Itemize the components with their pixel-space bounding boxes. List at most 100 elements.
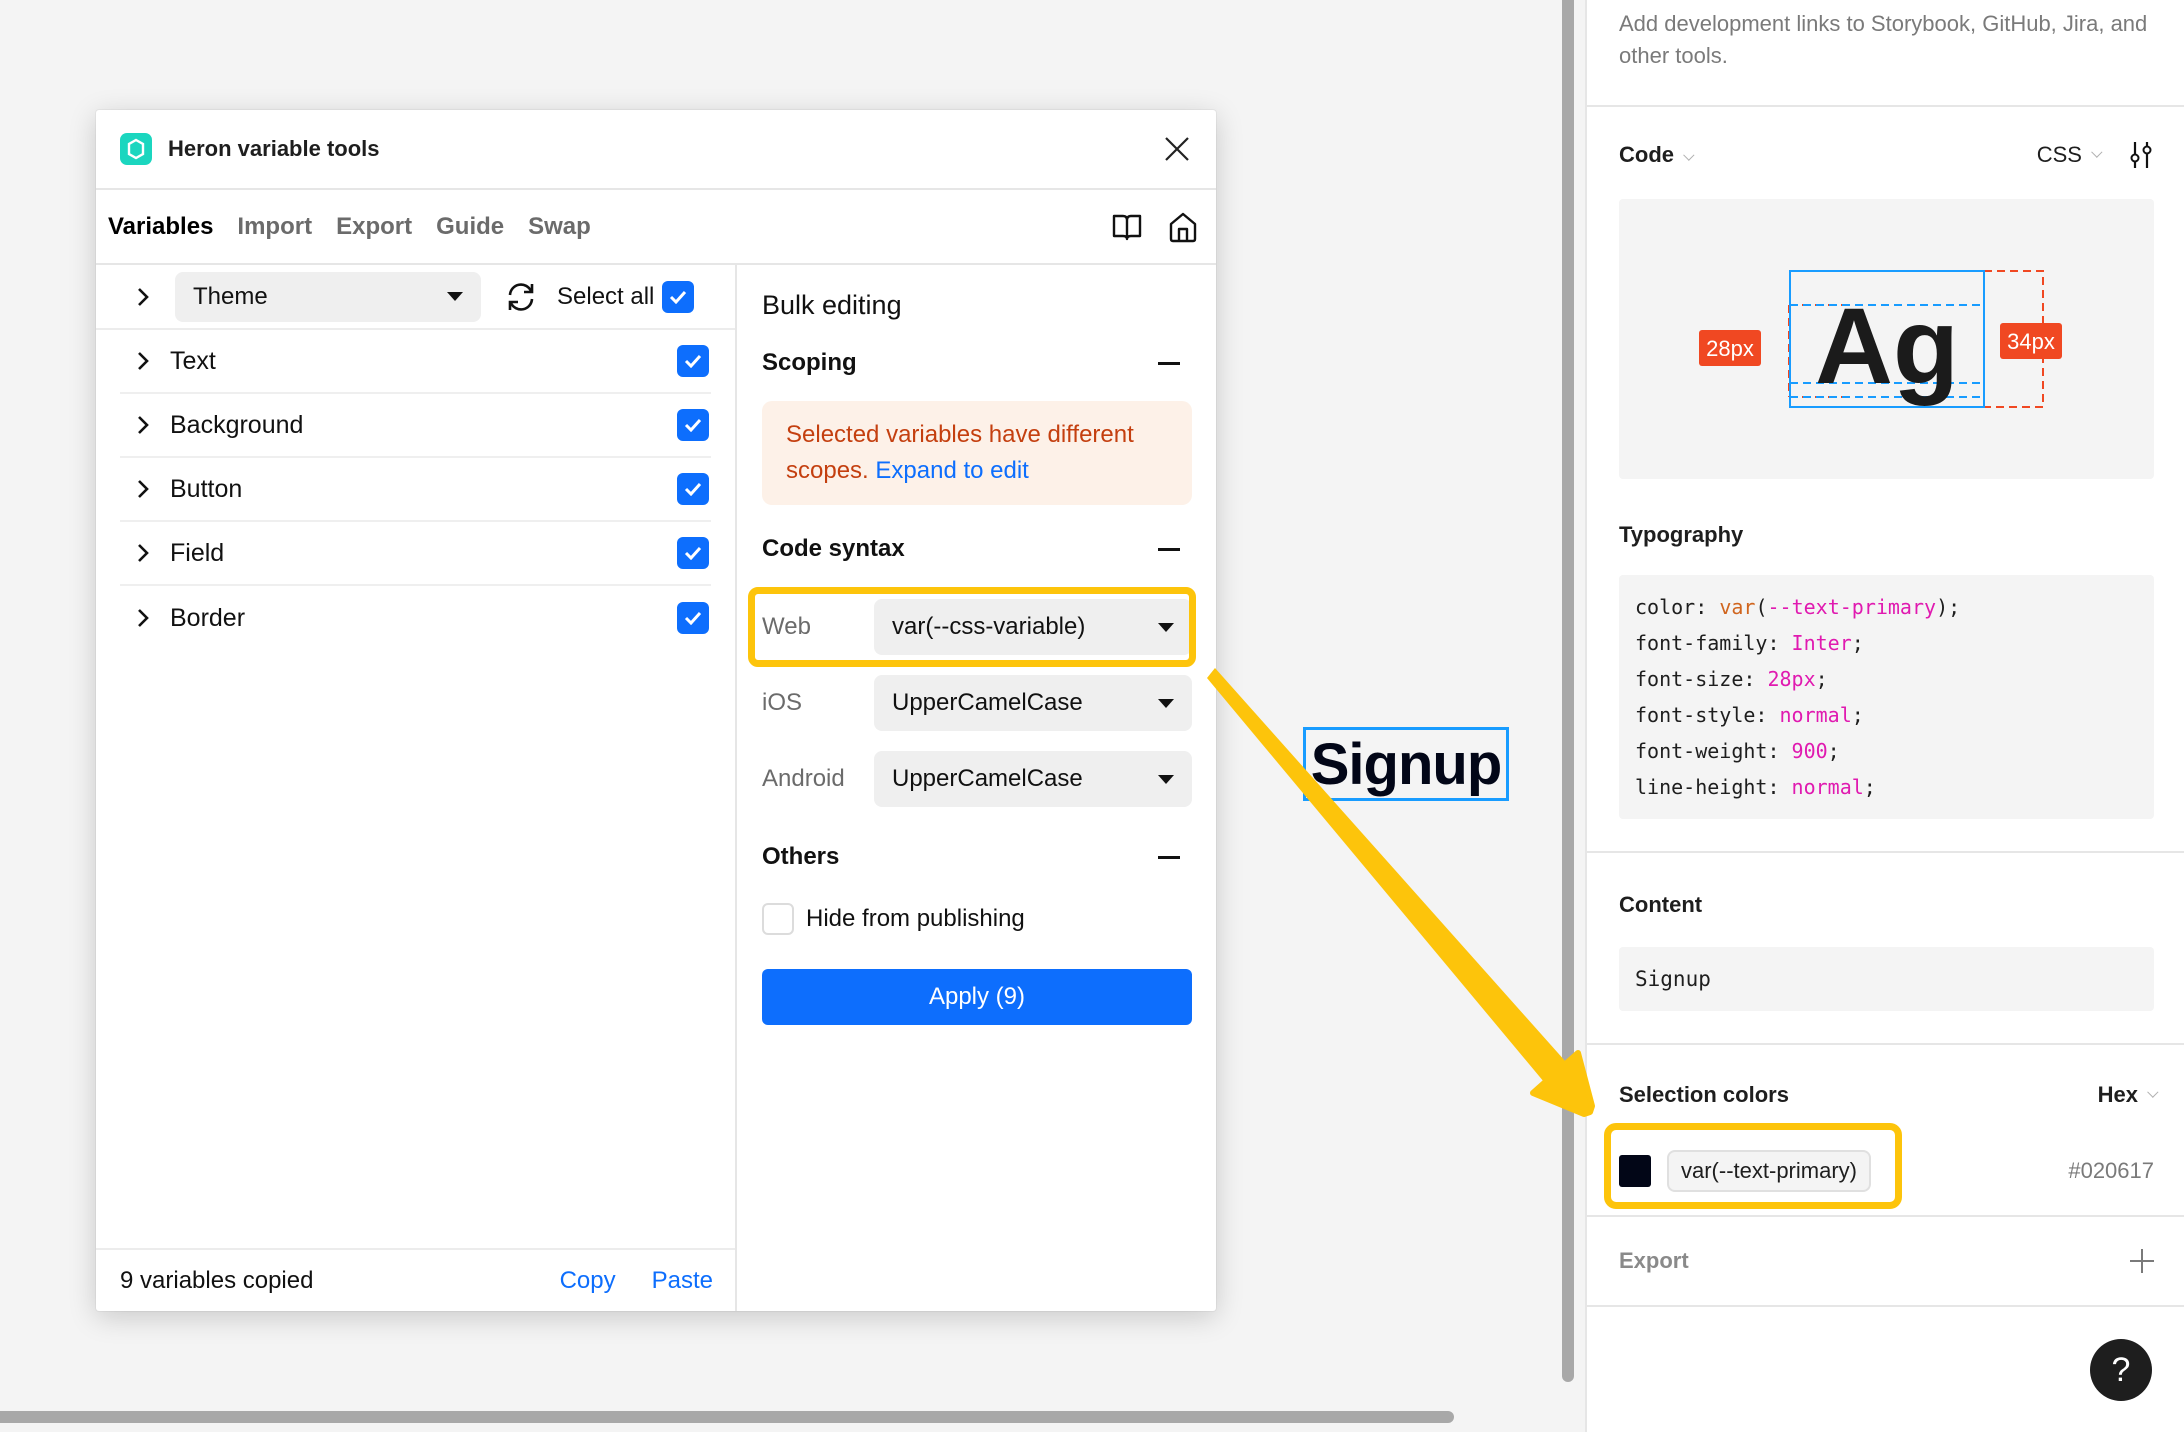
code-title-dropdown[interactable]: Code	[1619, 142, 1695, 168]
font-size-label: 28px	[1706, 336, 1754, 361]
paste-button[interactable]: Paste	[652, 1267, 713, 1295]
code-settings-button[interactable]	[2128, 140, 2154, 170]
expand-all-button[interactable]	[132, 286, 154, 308]
code-header: Code CSS	[1619, 133, 2154, 177]
others-header[interactable]: Others	[762, 837, 1192, 877]
close-icon	[1165, 137, 1189, 161]
android-syntax-select[interactable]: UpperCamelCase	[874, 751, 1192, 807]
collection-row: Theme Select all	[96, 265, 735, 330]
group-checkbox[interactable]	[677, 345, 709, 377]
hide-from-publishing-checkbox[interactable]	[762, 903, 794, 935]
group-row-background[interactable]: Background	[120, 394, 711, 458]
select-value: UpperCamelCase	[892, 689, 1083, 716]
group-row-field[interactable]: Field	[120, 522, 711, 586]
collection-select-value: Theme	[193, 282, 268, 310]
tab-export[interactable]: Export	[336, 213, 412, 241]
caret-down-icon	[447, 292, 463, 301]
group-row-text[interactable]: Text	[120, 330, 711, 394]
checkmark-icon	[670, 290, 687, 304]
bulk-editing-title: Bulk editing	[762, 290, 902, 320]
book-icon	[1112, 214, 1142, 240]
code-section: Code CSS Ag 28px 34px Typography color: …	[1587, 107, 2184, 853]
code-line: font-weight: 900;	[1635, 739, 1840, 763]
select-value: var(--css-variable)	[892, 613, 1086, 640]
collapse-icon[interactable]	[1158, 547, 1180, 551]
refresh-button[interactable]	[503, 279, 539, 315]
select-all-label: Select all	[557, 282, 655, 310]
checkmark-icon	[684, 546, 702, 560]
canvas-horizontal-scrollbar[interactable]	[0, 1411, 1454, 1423]
tab-swap[interactable]: Swap	[528, 213, 591, 241]
plugin-window: Heron variable tools Variables Import Ex…	[96, 110, 1216, 1311]
group-checkbox[interactable]	[677, 409, 709, 441]
variable-groups-panel: Theme Select all Text Background Button …	[96, 265, 737, 1311]
code-syntax-header[interactable]: Code syntax	[762, 529, 1192, 569]
syntax-label: Android	[762, 765, 845, 792]
refresh-icon	[508, 282, 534, 311]
typography-code[interactable]: color: var(--text-primary); font-family:…	[1619, 575, 2154, 819]
apply-button[interactable]: Apply (9)	[762, 969, 1192, 1025]
selection-colors-section: Selection colors Hex var(--text-primary)…	[1587, 1045, 2184, 1217]
color-swatch[interactable]	[1619, 1155, 1651, 1187]
syntax-row-web: Web var(--css-variable)	[748, 587, 1196, 667]
tab-variables[interactable]: Variables	[108, 213, 213, 241]
syntax-label: iOS	[762, 689, 803, 716]
syntax-row-ios: iOS UpperCamelCase	[762, 675, 1192, 731]
help-button[interactable]: ?	[2090, 1339, 2152, 1401]
docs-button[interactable]	[1110, 210, 1144, 244]
hide-from-publishing-row[interactable]: Hide from publishing	[762, 899, 1192, 939]
group-label: Background	[170, 410, 304, 439]
selection-colors-header: Selection colors Hex	[1619, 1073, 2159, 1117]
checkmark-icon	[684, 418, 702, 432]
export-header: Export	[1619, 1239, 2154, 1283]
group-checkbox[interactable]	[677, 537, 709, 569]
selection-colors-title: Selection colors	[1619, 1082, 1789, 1107]
code-line: font-style: normal;	[1635, 703, 1864, 727]
select-value: UpperCamelCase	[892, 765, 1083, 792]
inspector-panel: Add development links to Storybook, GitH…	[1585, 0, 2184, 1432]
content-header: Content	[1619, 883, 2154, 927]
collection-select[interactable]: Theme	[175, 271, 481, 322]
home-button[interactable]	[1166, 210, 1200, 244]
collapse-icon[interactable]	[1158, 855, 1180, 859]
caret-down-icon	[1158, 774, 1174, 784]
language-value: CSS	[2036, 142, 2082, 167]
checkmark-icon	[684, 611, 702, 625]
syntax-label: Web	[762, 613, 811, 640]
heron-logo-icon	[120, 133, 152, 165]
others-title: Others	[762, 843, 840, 870]
ios-syntax-select[interactable]: UpperCamelCase	[874, 675, 1192, 731]
code-line: line-height: normal;	[1635, 775, 1876, 799]
group-row-border[interactable]: Border	[120, 586, 711, 650]
canvas-vertical-scrollbar[interactable]	[1562, 0, 1574, 1382]
scoping-header[interactable]: Scoping	[762, 343, 1192, 383]
group-checkbox[interactable]	[677, 473, 709, 505]
web-syntax-select[interactable]: var(--css-variable)	[874, 599, 1192, 655]
add-export-button[interactable]	[2130, 1249, 2154, 1273]
color-variable-pill[interactable]: var(--text-primary)	[1667, 1150, 1871, 1192]
home-icon	[1169, 212, 1197, 242]
color-hex-value: #020617	[2068, 1158, 2154, 1183]
select-all-checkbox[interactable]	[662, 280, 695, 313]
group-label: Button	[170, 474, 243, 503]
color-format-dropdown[interactable]: Hex	[2098, 1082, 2159, 1108]
chevron-right-icon	[138, 287, 149, 306]
expand-to-edit-link[interactable]: Expand to edit	[875, 457, 1028, 484]
language-dropdown[interactable]: CSS	[2036, 142, 2103, 168]
chevron-down-icon	[2091, 146, 2103, 158]
selection-color-row[interactable]: var(--text-primary) #020617	[1604, 1123, 2154, 1209]
typography-preview: Ag 28px 34px	[1619, 199, 2154, 479]
tab-import[interactable]: Import	[237, 213, 312, 241]
tab-guide[interactable]: Guide	[436, 213, 504, 241]
close-button[interactable]	[1162, 134, 1192, 164]
copy-button[interactable]: Copy	[560, 1267, 616, 1295]
export-title: Export	[1619, 1248, 1689, 1273]
group-checkbox[interactable]	[677, 602, 709, 634]
group-row-button[interactable]: Button	[120, 458, 711, 522]
chevron-right-icon	[132, 350, 154, 372]
chevron-right-icon	[132, 607, 154, 629]
chevron-down-icon	[2147, 1086, 2159, 1098]
collapse-icon[interactable]	[1158, 361, 1180, 365]
canvas-text-signup[interactable]: Signup	[1303, 727, 1509, 801]
content-value[interactable]: Signup	[1619, 947, 2154, 1011]
